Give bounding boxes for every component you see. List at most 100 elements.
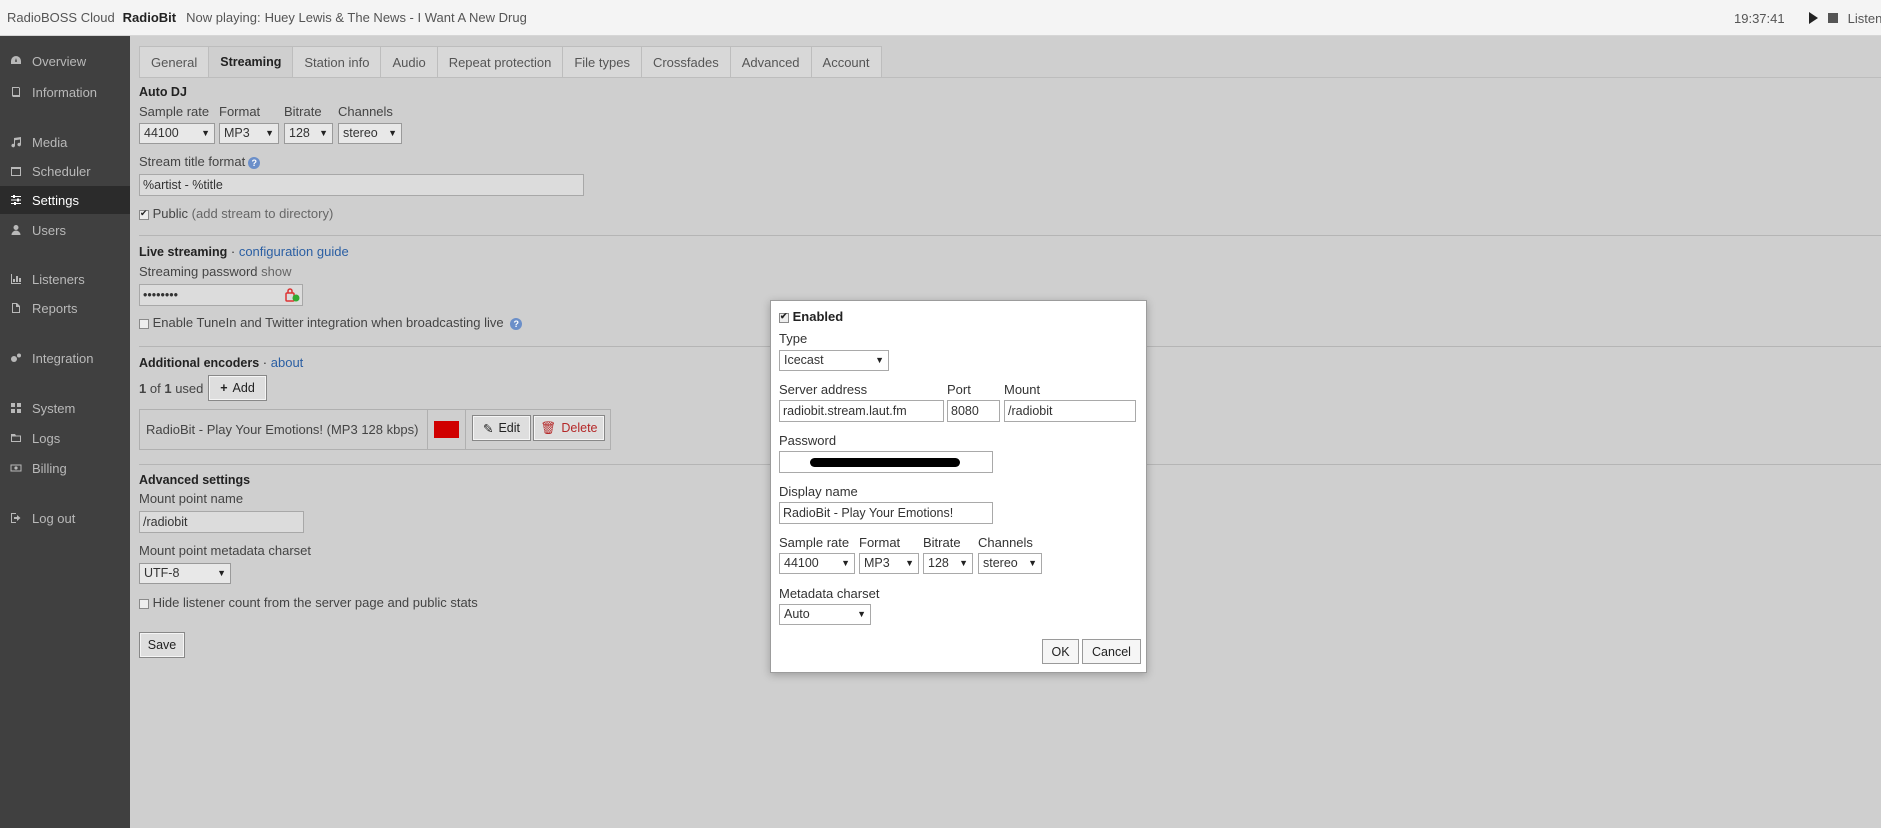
sliders-icon [9,193,23,207]
port-input[interactable]: 8080 [947,400,1000,422]
sidebar-item-label: Users [32,222,66,238]
help-icon[interactable]: ? [248,156,261,169]
sidebar-item-system[interactable]: System [0,394,130,422]
chevron-down-icon: ▼ [905,558,914,568]
modal-format-select[interactable]: MP3 ▼ [859,553,919,574]
mount-point-input[interactable]: /radiobit [139,511,304,533]
sidebar-item-media[interactable]: Media [0,128,130,156]
trash-icon: 🗑 [540,420,557,435]
server-address-input[interactable]: radiobit.stream.laut.fm [779,400,944,422]
hide-listener-count-checkbox[interactable] [139,598,149,609]
autodj-sample-rate-select[interactable]: 44100 ▼ [139,123,215,144]
user-icon [9,223,23,237]
type-select[interactable]: Icecast ▼ [779,350,889,371]
top-bar: RadioBOSS Cloud RadioBit Now playing: Hu… [0,0,1881,36]
sidebar-item-overview[interactable]: Overview [0,47,130,75]
encoder-color-swatch[interactable] [434,421,459,438]
tab-file-types[interactable]: File types [563,47,642,78]
tab-general[interactable]: General [140,47,210,78]
tab-repeat-protection[interactable]: Repeat protection [438,47,564,78]
sidebar-item-label: Information [32,84,98,100]
metadata-charset-select[interactable]: UTF-8 ▼ [139,563,231,584]
sidebar-item-label: Billing [32,460,67,476]
sidebar-item-scheduler[interactable]: Scheduler [0,157,130,185]
public-checkbox[interactable] [139,208,149,220]
streaming-password-label: Streaming password show [139,264,292,279]
tunein-checkbox[interactable] [139,318,149,329]
dashboard-icon [9,54,23,68]
redaction-mark [810,458,960,467]
cogs-icon [9,351,23,365]
sidebar-item-label: Settings [32,192,79,208]
add-encoder-button[interactable]: + Add [208,375,267,401]
stream-title-format-input[interactable]: %artist - %title [139,174,584,196]
modal-metadata-charset-select[interactable]: Auto ▼ [779,604,871,625]
tab-audio[interactable]: Audio [381,47,438,78]
password-input[interactable] [779,451,993,473]
stop-icon[interactable] [1827,13,1838,23]
sidebar-item-logout[interactable]: Log out [0,504,130,532]
tab-streaming[interactable]: Streaming [209,47,294,78]
mount-label: Mount [1004,382,1041,397]
tab-crossfades[interactable]: Crossfades [642,47,731,78]
chevron-down-icon: ▼ [201,128,210,138]
encoder-name: RadioBit - Play Your Emotions! (MP3 128 … [146,422,419,437]
play-icon[interactable] [1808,12,1818,24]
delete-encoder-button[interactable]: 🗑 Delete [533,415,605,441]
sidebar-item-label: Overview [32,53,87,69]
stream-title-format-label: Stream title format? [139,154,261,169]
section-divider [139,235,1881,236]
autodj-heading: Auto DJ [139,85,187,99]
file-icon [9,301,23,315]
autodj-channels-select[interactable]: stereo ▼ [338,123,402,144]
cell-divider [427,410,428,449]
save-button[interactable]: Save [139,632,185,658]
encoders-heading: Additional encoders · about [139,355,304,370]
help-icon[interactable]: ? [510,317,523,330]
modal-sample-rate-select[interactable]: 44100 ▼ [779,553,855,574]
port-label: Port [947,382,971,397]
chevron-down-icon: ▼ [841,558,850,568]
station-name[interactable]: RadioBit [123,10,176,25]
chevron-down-icon: ▼ [319,128,328,138]
sidebar-item-integration[interactable]: Integration [0,344,130,372]
sidebar-item-logs[interactable]: Logs [0,424,130,452]
configuration-guide-link[interactable]: configuration guide [239,244,349,259]
modal-sample-rate-label: Sample rate [779,535,850,550]
chevron-down-icon: ▼ [217,568,226,578]
tab-advanced[interactable]: Advanced [731,47,812,78]
about-link[interactable]: about [271,355,304,370]
listeners-link[interactable]: Listeners [1848,11,1881,26]
chevron-down-icon: ▼ [959,558,968,568]
modal-channels-select[interactable]: stereo ▼ [978,553,1042,574]
sidebar-item-users[interactable]: Users [0,216,130,244]
autodj-format-select[interactable]: MP3 ▼ [219,123,279,144]
sidebar-item-billing[interactable]: Billing [0,454,130,482]
autodj-bitrate-label: Bitrate [284,104,322,119]
tab-station-info[interactable]: Station info [293,47,382,78]
mount-input[interactable]: /radiobit [1004,400,1136,422]
edit-encoder-button[interactable]: ✎ Edit [472,415,531,441]
folder-icon [9,431,23,445]
ok-button[interactable]: OK [1042,639,1079,664]
modal-bitrate-select[interactable]: 128 ▼ [923,553,973,574]
sidebar-item-listeners[interactable]: Listeners [0,265,130,293]
sidebar-item-reports[interactable]: Reports [0,294,130,322]
now-playing-label: Now playing: [186,10,261,25]
cancel-button[interactable]: Cancel [1082,639,1141,664]
public-checkbox-row: Public (add stream to directory) [139,206,333,221]
sidebar-item-information[interactable]: Information [0,78,130,106]
streaming-password-input[interactable]: •••••••• [139,284,303,306]
display-name-label: Display name [779,484,858,499]
plus-icon: + [220,381,228,395]
modal-bitrate-label: Bitrate [923,535,961,550]
sidebar-item-settings[interactable]: Settings [0,186,130,214]
autodj-bitrate-select[interactable]: 128 ▼ [284,123,333,144]
encoder-edit-dialog: Enabled Type Icecast▼ Server address Por… [770,300,1147,673]
enabled-checkbox[interactable] [779,311,789,323]
password-manager-icon[interactable] [284,287,300,303]
tab-account[interactable]: Account [812,47,881,78]
show-password-link[interactable]: show [261,264,291,279]
tab-divider [139,77,1881,78]
display-name-input[interactable]: RadioBit - Play Your Emotions! [779,502,993,524]
